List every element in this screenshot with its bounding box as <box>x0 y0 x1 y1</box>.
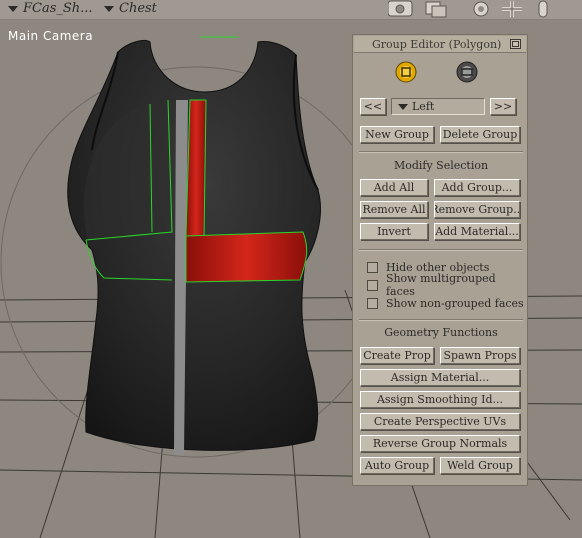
viewport-toolbar: FCas_Sh... Chest <box>0 0 582 20</box>
checkbox-label: Show non-grouped faces <box>386 296 524 310</box>
next-group-button[interactable]: >> <box>490 98 516 115</box>
toolbar-icons <box>388 0 548 18</box>
checkbox-box[interactable] <box>367 279 378 291</box>
checkbox-label: Show multigrouped faces <box>385 272 496 298</box>
create-prop-button[interactable]: Create Prop <box>360 347 434 364</box>
remove-group-button[interactable]: Remove Group... <box>434 201 520 218</box>
new-group-button[interactable]: New Group <box>360 126 434 143</box>
geometry-functions-title: Geometry Functions <box>384 326 498 339</box>
polygon-select-icon[interactable] <box>395 61 417 83</box>
camera-icon[interactable] <box>388 0 413 17</box>
delete-group-button[interactable]: Delete Group <box>440 126 520 143</box>
spawn-props-button[interactable]: Spawn Props <box>440 347 520 364</box>
selected-group-band <box>185 231 308 283</box>
group-editor-panel: Group Editor (Polygon) << Left >> New Gr… <box>352 34 528 486</box>
panel-header[interactable]: Group Editor (Polygon) <box>354 36 526 53</box>
auto-group-button[interactable]: Auto Group <box>360 457 434 474</box>
create-perspective-uvs-button[interactable]: Create Perspective UVs <box>360 413 520 430</box>
group-select[interactable]: Left <box>391 98 485 115</box>
remove-all-button[interactable]: Remove All <box>360 201 428 218</box>
weld-group-button[interactable]: Weld Group <box>440 457 520 474</box>
camera-label: Main Camera <box>8 29 94 43</box>
assign-material-button[interactable]: Assign Material... <box>360 369 520 386</box>
part-menu[interactable]: Chest <box>104 0 157 17</box>
dropdown-arrow-icon <box>398 103 408 110</box>
add-group-button[interactable]: Add Group... <box>434 179 520 196</box>
panel-title: Group Editor (Polygon) <box>372 38 502 51</box>
3d-viewport[interactable]: FCas_Sh... Chest Main Camera Group Edito… <box>0 0 582 538</box>
previous-group-button[interactable]: << <box>360 98 386 115</box>
selected-group-upper <box>185 99 207 239</box>
divider <box>359 249 523 251</box>
figure-menu-label: FCas_Sh... <box>23 1 93 16</box>
part-menu-label: Chest <box>119 1 157 16</box>
modify-selection-title: Modify Selection <box>393 159 489 172</box>
add-material-button[interactable]: Add Material... <box>434 223 520 240</box>
invert-button[interactable]: Invert <box>360 223 428 240</box>
checkbox-box[interactable] <box>367 261 378 273</box>
divider <box>359 151 523 153</box>
checkbox-box[interactable] <box>367 297 378 309</box>
group-select-value: Left <box>412 100 435 113</box>
dropdown-arrow-icon <box>8 5 18 12</box>
add-all-button[interactable]: Add All <box>360 179 428 196</box>
group-toggle-icon[interactable] <box>456 61 478 83</box>
scale-icon[interactable] <box>538 0 548 18</box>
show-non-grouped-checkbox[interactable]: Show non-grouped faces <box>367 296 524 310</box>
dropdown-arrow-icon <box>104 5 114 12</box>
close-icon[interactable] <box>510 39 521 49</box>
figure-menu[interactable]: FCas_Sh... <box>8 0 93 17</box>
show-multigrouped-checkbox[interactable]: Show multigrouped faces <box>367 272 527 298</box>
move-icon[interactable] <box>502 1 522 17</box>
layers-icon[interactable] <box>425 1 447 18</box>
reverse-group-normals-button[interactable]: Reverse Group Normals <box>360 435 520 452</box>
assign-smoothing-id-button[interactable]: Assign Smoothing Id... <box>360 391 520 408</box>
divider <box>359 319 523 321</box>
rotate-icon[interactable] <box>473 1 489 17</box>
